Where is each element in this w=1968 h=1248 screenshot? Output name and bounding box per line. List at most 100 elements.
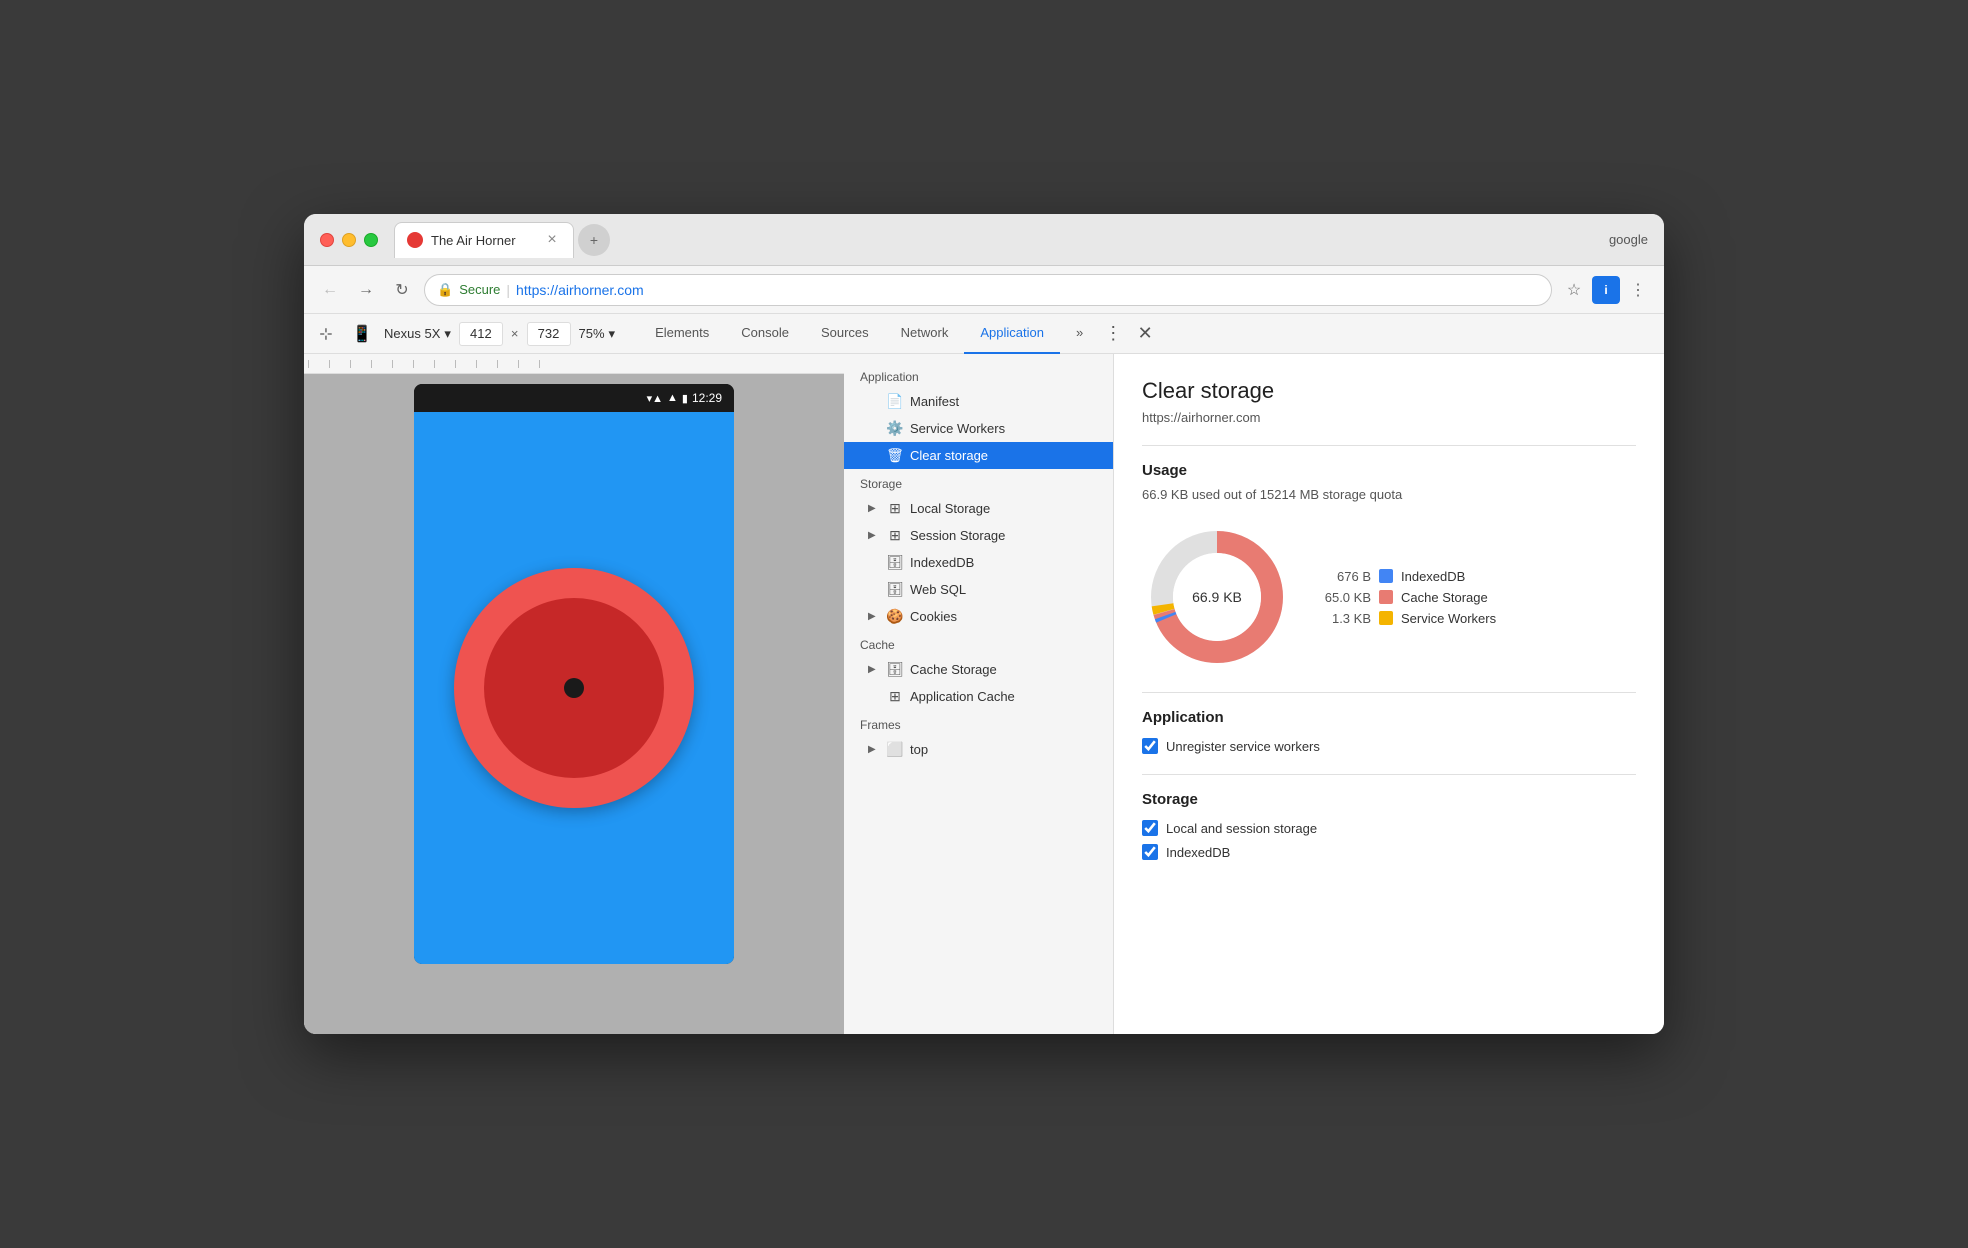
secure-text: Secure [459,282,500,297]
unregister-sw-checkbox[interactable] [1142,738,1158,754]
tab-sources[interactable]: Sources [805,314,885,354]
device-select[interactable]: Nexus 5X ▾ [384,326,451,342]
tab-close-button[interactable]: × [543,231,561,249]
devtools-sidebar: Application 📄 Manifest ⚙️ Service Worker… [844,354,1114,1034]
sidebar-item-indexeddb[interactable]: 🗄 IndexedDB [844,549,1113,576]
sidebar-item-application-cache[interactable]: ⊞ Application Cache [844,683,1113,710]
legend-cache-swatch [1379,590,1393,604]
zoom-value: 75% [579,326,605,341]
application-cache-icon: ⊞ [886,688,904,705]
secure-icon: 🔒 [437,282,453,298]
local-session-checkbox[interactable] [1142,820,1158,836]
sidebar-item-cache-storage[interactable]: ▶ 🗄 Cache Storage [844,656,1113,683]
sidebar-item-service-workers[interactable]: ⚙️ Service Workers [844,415,1113,442]
tab-console-label: Console [741,325,789,340]
viewport-ruler [304,354,844,374]
forward-icon: → [358,281,374,299]
legend-sw-swatch [1379,611,1393,625]
top-arrow: ▶ [868,744,880,755]
new-tab-button[interactable]: + [578,224,610,256]
cookies-arrow: ▶ [868,611,880,622]
session-storage-arrow: ▶ [868,530,880,541]
active-tab[interactable]: The Air Horner × [394,222,574,258]
top-label: top [910,742,928,757]
browser-window: The Air Horner × + google ← → ↻ 🔒 Secure… [304,214,1664,1034]
top-icon: ⬜ [886,741,904,758]
star-button[interactable]: ☆ [1560,276,1588,304]
select-mode-icon: ⊹ [319,324,332,344]
traffic-lights [320,233,378,247]
cookies-label: Cookies [910,609,957,624]
usage-section-title: Usage [1142,462,1636,479]
reload-button[interactable]: ↻ [388,276,416,304]
devtools-close-button[interactable]: ✕ [1131,320,1159,348]
storage-section-title: Storage [1142,791,1636,808]
indexeddb-icon: 🗄 [886,554,904,571]
chart-legend: 676 B IndexedDB 65.0 KB Cache Storage 1.… [1316,569,1496,626]
legend-sw-value: 1.3 KB [1316,611,1371,626]
sidebar-item-clear-storage[interactable]: 🗑 Clear storage [844,442,1113,469]
zoom-select[interactable]: 75% ▾ [579,326,616,342]
select-mode-button[interactable]: ⊹ [312,320,340,348]
devtools-more-button[interactable]: ⋮ [1099,320,1127,348]
vinyl-outer [454,568,694,808]
storage-checkboxes-section: Storage Local and session storage Indexe… [1142,791,1636,864]
device-toggle-button[interactable]: 📱 [348,320,376,348]
tab-title: The Air Horner [431,233,535,248]
address-input[interactable]: 🔒 Secure | https://airhorner.com [424,274,1552,306]
legend-item-service-workers: 1.3 KB Service Workers [1316,611,1496,626]
cache-storage-icon: 🗄 [886,661,904,678]
legend-item-indexeddb: 676 B IndexedDB [1316,569,1496,584]
sidebar-item-local-storage[interactable]: ▶ ⊞ Local Storage [844,495,1113,522]
sidebar-item-cookies[interactable]: ▶ 🍪 Cookies [844,603,1113,630]
width-input[interactable] [459,322,503,346]
device-toggle-icon: 📱 [352,324,372,344]
tab-network[interactable]: Network [885,314,965,354]
google-label: google [1609,232,1648,247]
minimize-traffic-light[interactable] [342,233,356,247]
tab-elements[interactable]: Elements [639,314,725,354]
checkbox-indexeddb: IndexedDB [1142,840,1636,864]
battery-icon: ▮ [682,392,688,405]
service-workers-icon: ⚙️ [886,420,904,437]
back-button[interactable]: ← [316,276,344,304]
application-section-title: Application [1142,709,1636,726]
address-separator: | [506,282,510,298]
tab-application[interactable]: Application [964,314,1060,354]
signal-icon: ▲ [667,392,678,404]
local-storage-icon: ⊞ [886,500,904,517]
sidebar-item-web-sql[interactable]: 🗄 Web SQL [844,576,1113,603]
forward-button[interactable]: → [352,276,380,304]
tab-more[interactable]: » [1060,314,1099,354]
indexeddb-label: IndexedDB [910,555,974,570]
donut-label: 66.9 KB [1192,589,1242,605]
main-content: ▾▲ ▲ ▮ 12:29 Applica [304,354,1664,1034]
cache-storage-label: Cache Storage [910,662,997,677]
unregister-sw-label: Unregister service workers [1166,739,1320,754]
usage-section: Usage 66.9 KB used out of 15214 MB stora… [1142,462,1636,672]
status-time: 12:29 [692,391,722,405]
reload-icon: ↻ [395,280,408,300]
url-prefix: https:// [516,282,558,298]
height-input[interactable] [527,322,571,346]
indexeddb-checkbox[interactable] [1142,844,1158,860]
sidebar-item-manifest[interactable]: 📄 Manifest [844,388,1113,415]
web-sql-icon: 🗄 [886,581,904,598]
vinyl-center [564,678,584,698]
panel-divider-2 [1142,692,1636,693]
devtools-right-buttons: ⋮ ✕ [1099,320,1159,348]
extension-button[interactable]: i [1592,276,1620,304]
tab-console[interactable]: Console [725,314,805,354]
maximize-traffic-light[interactable] [364,233,378,247]
wifi-icon: ▾▲ [647,392,663,405]
address-url: https://airhorner.com [516,282,644,298]
service-workers-label: Service Workers [910,421,1005,436]
menu-button[interactable]: ⋮ [1624,276,1652,304]
sidebar-item-session-storage[interactable]: ▶ ⊞ Session Storage [844,522,1113,549]
tab-elements-label: Elements [655,325,709,340]
close-traffic-light[interactable] [320,233,334,247]
sidebar-item-top[interactable]: ▶ ⬜ top [844,736,1113,763]
legend-item-cache-storage: 65.0 KB Cache Storage [1316,590,1496,605]
clear-storage-label: Clear storage [910,448,988,463]
application-checkboxes-section: Application Unregister service workers [1142,709,1636,758]
